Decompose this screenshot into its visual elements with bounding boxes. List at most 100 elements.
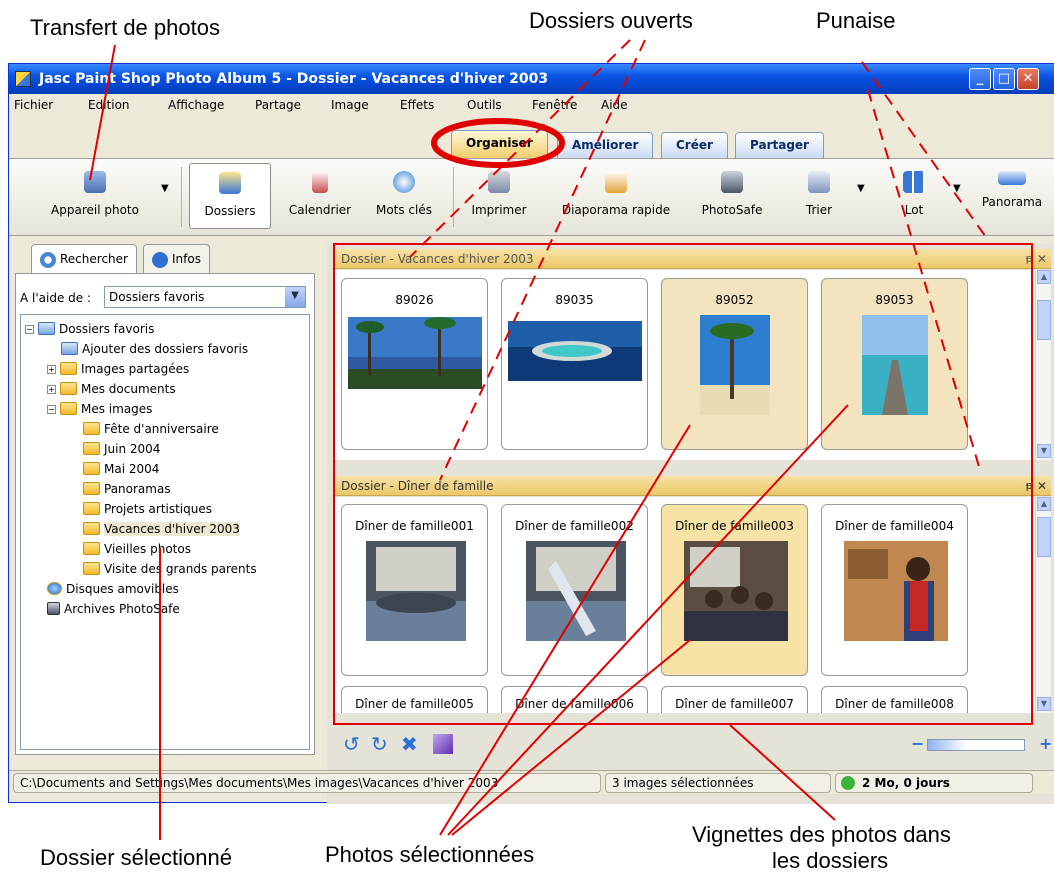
diaporama-button[interactable]: Diaporama rapide (556, 163, 676, 217)
close-icon[interactable]: ✕ (1037, 249, 1047, 269)
menu-edition[interactable]: Edition (88, 98, 130, 112)
scrollbar[interactable]: ▲ ▼ (1035, 497, 1051, 713)
photo-thumbnail[interactable]: 89035 (501, 278, 648, 450)
source-combo[interactable]: Dossiers favoris ▼ (104, 286, 306, 308)
tab-creer[interactable]: Créer (661, 132, 728, 158)
tab-infos[interactable]: Infos (143, 244, 210, 274)
trier-button[interactable]: Trier (794, 163, 844, 217)
close-icon[interactable]: ✕ (1037, 476, 1047, 496)
menu-aide[interactable]: Aide (601, 98, 628, 112)
tab-rechercher[interactable]: Rechercher (31, 244, 137, 274)
imprimer-label: Imprimer (471, 203, 527, 217)
tree-node[interactable]: Vieilles photos (83, 539, 191, 559)
photo-caption: Dîner de famille001 (355, 519, 474, 533)
scrollbar[interactable]: ▲ ▼ (1035, 270, 1051, 460)
scroll-thumb[interactable] (1037, 517, 1051, 557)
appareil-photo-button[interactable]: Appareil photo (45, 163, 145, 217)
title-bar[interactable]: Jasc Paint Shop Photo Album 5 - Dossier … (9, 64, 1054, 94)
lot-button[interactable]: Lot (889, 163, 939, 217)
aide-label: A l'aide de : (20, 291, 92, 305)
tree-node[interactable]: Fête d'anniversaire (83, 419, 219, 439)
menu-fichier[interactable]: Fichier (14, 98, 53, 112)
photo-image (862, 315, 928, 415)
chevron-down-icon[interactable]: ▼ (285, 287, 305, 307)
menu-effets[interactable]: Effets (400, 98, 434, 112)
zoom-slider[interactable] (927, 739, 1025, 751)
photo-caption: Dîner de famille002 (515, 519, 634, 533)
redo-icon[interactable]: ↻ (371, 732, 388, 756)
tree-node[interactable]: Visite des grands parents (83, 559, 257, 579)
tab-ameliorer[interactable]: Améliorer (557, 132, 654, 158)
color-swatch-icon[interactable] (433, 734, 453, 754)
calendar-icon (312, 171, 328, 193)
zoom-in-icon[interactable]: + (1039, 734, 1052, 753)
scroll-up-icon[interactable]: ▲ (1037, 497, 1051, 511)
lot-dropdown-icon[interactable]: ▼ (953, 183, 961, 194)
tab-organiser[interactable]: Organiser (451, 130, 548, 158)
menu-partage[interactable]: Partage (255, 98, 301, 112)
callout-vignettes-line1: Vignettes des photos dans (692, 822, 951, 847)
tree-node[interactable]: Ajouter des dossiers favoris (61, 339, 248, 359)
calendrier-button[interactable]: Calendrier (281, 163, 359, 217)
photo-thumbnail-selected[interactable]: 89052 (661, 278, 808, 450)
check-icon (841, 776, 855, 790)
photo-thumbnail[interactable]: 89026 (341, 278, 488, 450)
photo-image (508, 321, 642, 381)
maximize-icon[interactable]: □ (993, 68, 1015, 90)
menu-outils[interactable]: Outils (467, 98, 502, 112)
photo-caption: Dîner de famille004 (835, 519, 954, 533)
trier-dropdown-icon[interactable]: ▼ (857, 183, 865, 194)
photo-thumbnail-selected[interactable]: Dîner de famille003 (661, 504, 808, 676)
menu-image[interactable]: Image (331, 98, 369, 112)
tree-node[interactable]: Disques amovibles (47, 579, 179, 599)
tree-node[interactable]: Archives PhotoSafe (47, 599, 180, 619)
combo-value: Dossiers favoris (109, 290, 205, 304)
scroll-thumb[interactable] (1037, 300, 1051, 340)
photo-thumbnail[interactable]: Dîner de famille002 (501, 504, 648, 676)
folder-header-diner[interactable]: Dossier - Dîner de famille ᵽ ✕ (335, 476, 1051, 496)
callout-dossier-selectionne: Dossier sélectionné (40, 845, 232, 870)
tree-node[interactable]: Panoramas (83, 479, 171, 499)
status-bar: C:\Documents and Settings\Mes documents\… (9, 770, 1054, 794)
menu-fenetre[interactable]: Fenêtre (532, 98, 577, 112)
photo-thumbnail[interactable]: Dîner de famille006 (501, 686, 648, 713)
photo-thumbnail[interactable]: Dîner de famille001 (341, 504, 488, 676)
photosafe-button[interactable]: PhotoSafe (697, 163, 767, 217)
photo-thumbnail-selected[interactable]: 89053 (821, 278, 968, 450)
photo-thumbnail[interactable]: Dîner de famille007 (661, 686, 808, 713)
imprimer-button[interactable]: Imprimer (464, 163, 534, 217)
photo-thumbnail[interactable]: Dîner de famille005 (341, 686, 488, 713)
panorama-icon (998, 171, 1026, 185)
scroll-up-icon[interactable]: ▲ (1037, 270, 1051, 284)
scroll-down-icon[interactable]: ▼ (1037, 444, 1051, 458)
photo-caption: 89053 (875, 293, 914, 307)
pin-icon[interactable]: ᵽ (1026, 476, 1033, 496)
close-icon[interactable]: ✕ (1017, 68, 1039, 90)
undo-icon[interactable]: ↺ (343, 732, 360, 756)
folder-header-vacances[interactable]: Dossier - Vacances d'hiver 2003 ᵽ ✕ (335, 249, 1051, 269)
tab-infos-label: Infos (172, 252, 201, 266)
minimize-icon[interactable]: _ (969, 68, 991, 90)
app-window: Jasc Paint Shop Photo Album 5 - Dossier … (8, 63, 1054, 804)
photo-thumbnail[interactable]: Dîner de famille008 (821, 686, 968, 713)
pin-icon[interactable]: ᵽ (1026, 249, 1033, 269)
delete-icon[interactable]: ✖ (401, 732, 418, 756)
dossiers-button[interactable]: Dossiers (189, 163, 271, 229)
menu-affichage[interactable]: Affichage (168, 98, 224, 112)
tree-node[interactable]: − Mes images (47, 399, 152, 419)
tree-node[interactable]: Juin 2004 (83, 439, 160, 459)
tree-node[interactable]: + Images partagées (47, 359, 189, 379)
folder-tree: − Dossiers favoris Ajouter des dossiers f… (20, 314, 310, 750)
mots-cles-button[interactable]: Mots clés (369, 163, 439, 217)
photo-thumbnail[interactable]: Dîner de famille004 (821, 504, 968, 676)
appareil-dropdown-icon[interactable]: ▼ (161, 183, 169, 194)
tab-partager[interactable]: Partager (735, 132, 824, 158)
panorama-button[interactable]: Panorama (977, 163, 1047, 209)
tree-node[interactable]: + Mes documents (47, 379, 176, 399)
tree-node[interactable]: Projets artistiques (83, 499, 212, 519)
tree-node[interactable]: Mai 2004 (83, 459, 159, 479)
zoom-out-icon[interactable]: − (911, 734, 924, 753)
scroll-down-icon[interactable]: ▼ (1037, 697, 1051, 711)
tree-node-selected[interactable]: Vacances d'hiver 2003 (83, 519, 240, 539)
tree-node[interactable]: − Dossiers favoris (25, 319, 154, 339)
